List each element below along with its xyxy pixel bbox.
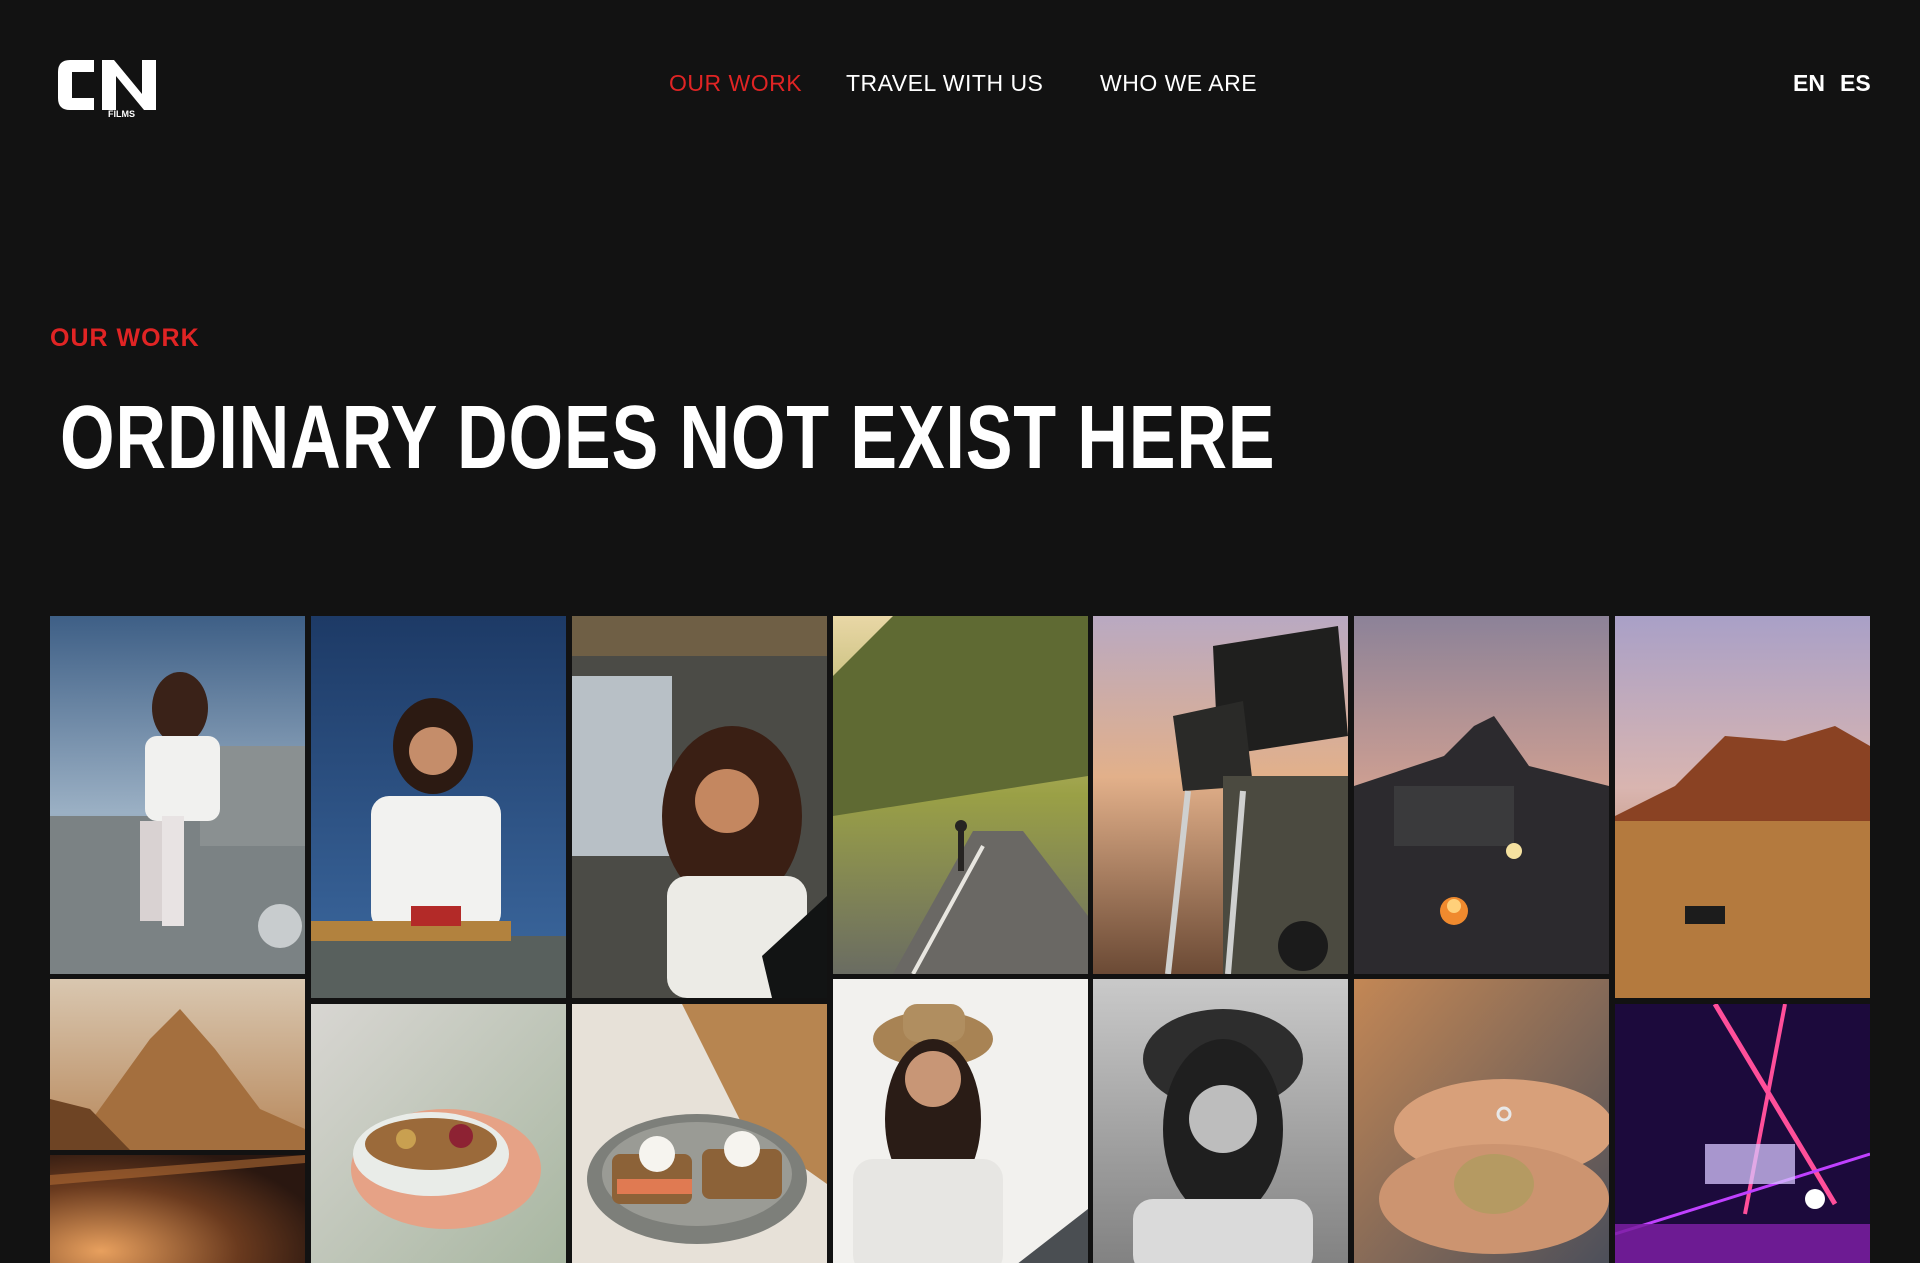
lang-en-link[interactable]: EN bbox=[1793, 70, 1825, 97]
main-nav: OUR WORK TRAVEL WITH US WHO WE ARE bbox=[0, 70, 1920, 100]
section-eyebrow: OUR WORK bbox=[50, 324, 200, 352]
gallery-photo-woman-straw-hat[interactable] bbox=[833, 979, 1088, 1263]
gallery-photo-camp-fire[interactable] bbox=[1354, 616, 1609, 974]
page-headline: ORDINARY DOES NOT EXIST HERE bbox=[60, 388, 1276, 488]
nav-travel-with-us[interactable]: TRAVEL WITH US bbox=[846, 70, 1043, 97]
gallery-photo-desert-rocks[interactable] bbox=[1615, 616, 1870, 998]
gallery-photo-mountain-road[interactable] bbox=[833, 616, 1088, 974]
gallery-photo-avocado-toast[interactable] bbox=[572, 1004, 827, 1263]
gallery-photo-curly-woman-car[interactable] bbox=[572, 616, 827, 998]
gallery-photo-golden-mountain[interactable] bbox=[50, 979, 305, 1150]
gallery-photo-concert-lasers[interactable] bbox=[1615, 1004, 1870, 1263]
lang-es-link[interactable]: ES bbox=[1840, 70, 1871, 97]
nav-who-we-are[interactable]: WHO WE ARE bbox=[1100, 70, 1257, 97]
gallery-photo-bw-portrait[interactable] bbox=[1093, 979, 1348, 1263]
site-header: FILMS OUR WORK TRAVEL WITH US WHO WE ARE… bbox=[0, 0, 1920, 170]
gallery-photo-sea-urchin-hands[interactable] bbox=[1354, 979, 1609, 1263]
gallery-photo-stage-haze[interactable] bbox=[50, 1155, 305, 1263]
gallery-photo-acai-bowl[interactable] bbox=[311, 1004, 566, 1263]
logo-subtext: FILMS bbox=[108, 109, 135, 119]
work-gallery bbox=[50, 616, 1870, 1263]
gallery-photo-rooftop-tent[interactable] bbox=[1093, 616, 1348, 974]
gallery-photo-woman-land-rover[interactable] bbox=[50, 616, 305, 974]
gallery-photo-woman-glasses-vehicle[interactable] bbox=[311, 616, 566, 998]
nav-our-work[interactable]: OUR WORK bbox=[669, 70, 802, 97]
